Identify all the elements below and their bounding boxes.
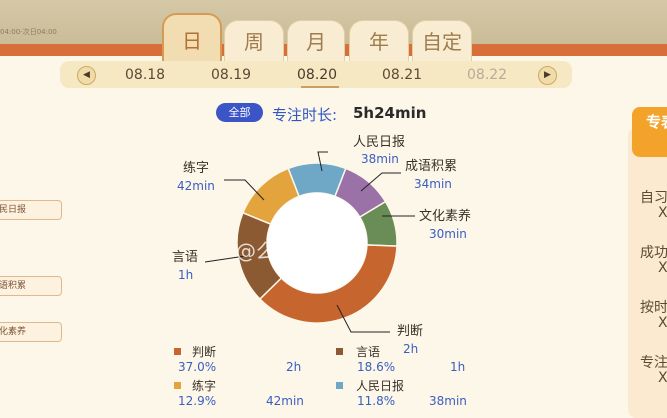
right-item-name: 自习 [640,190,667,206]
legend-duration: 38min [429,394,467,408]
slice-value: 34min [414,177,452,191]
right-item-name: 按时 [640,300,667,316]
slice-value: 38min [361,152,399,166]
legend-percent: 18.6% [357,360,396,374]
slice-label: 人民日报 [353,135,406,150]
legend-name: 言语 [356,345,381,359]
legend-percent: 12.9% [178,394,217,408]
legend-duration: 42min [266,394,304,408]
slice-label: 练字 [183,161,210,176]
legend-duration: 2h [286,360,302,374]
right-item-mark: X [658,205,667,221]
slice-value: 1h [178,268,194,282]
legend-name: 练字 [192,379,217,393]
right-panel-header: 专表 [632,107,667,157]
legend-swatch [174,348,181,355]
legend-percent: 37.0% [178,360,217,374]
legend-percent: 11.8% [357,394,396,408]
right-item-mark: X [658,370,667,386]
watermark: @么 成公 [236,239,323,263]
right-item-mark: X [658,315,667,331]
slice-value: 30min [429,227,467,241]
slice-label: 文化素养 [419,209,472,224]
left-list-item[interactable]: 化素养 [0,322,62,342]
focus-donut-chart [204,151,415,333]
left-list-item[interactable]: 语积累 [0,276,62,296]
legend-swatch [336,382,343,389]
right-item-name: 成功 [640,245,667,261]
left-list-item[interactable]: 民日报 [0,200,62,220]
legend-swatch [336,348,343,355]
right-item-name: 专注 [640,355,667,371]
slice-value: 42min [177,179,215,193]
legend-name: 人民日报 [356,379,405,393]
legend-duration: 1h [450,360,466,374]
slice-label: 判断 [397,324,424,339]
legend-swatch [174,382,181,389]
right-item-mark: X [658,260,667,276]
slice-value: 2h [403,342,419,356]
slice-label: 成语积累 [405,159,458,174]
legend-name: 判断 [192,345,217,359]
slice-label: 言语 [172,250,199,265]
